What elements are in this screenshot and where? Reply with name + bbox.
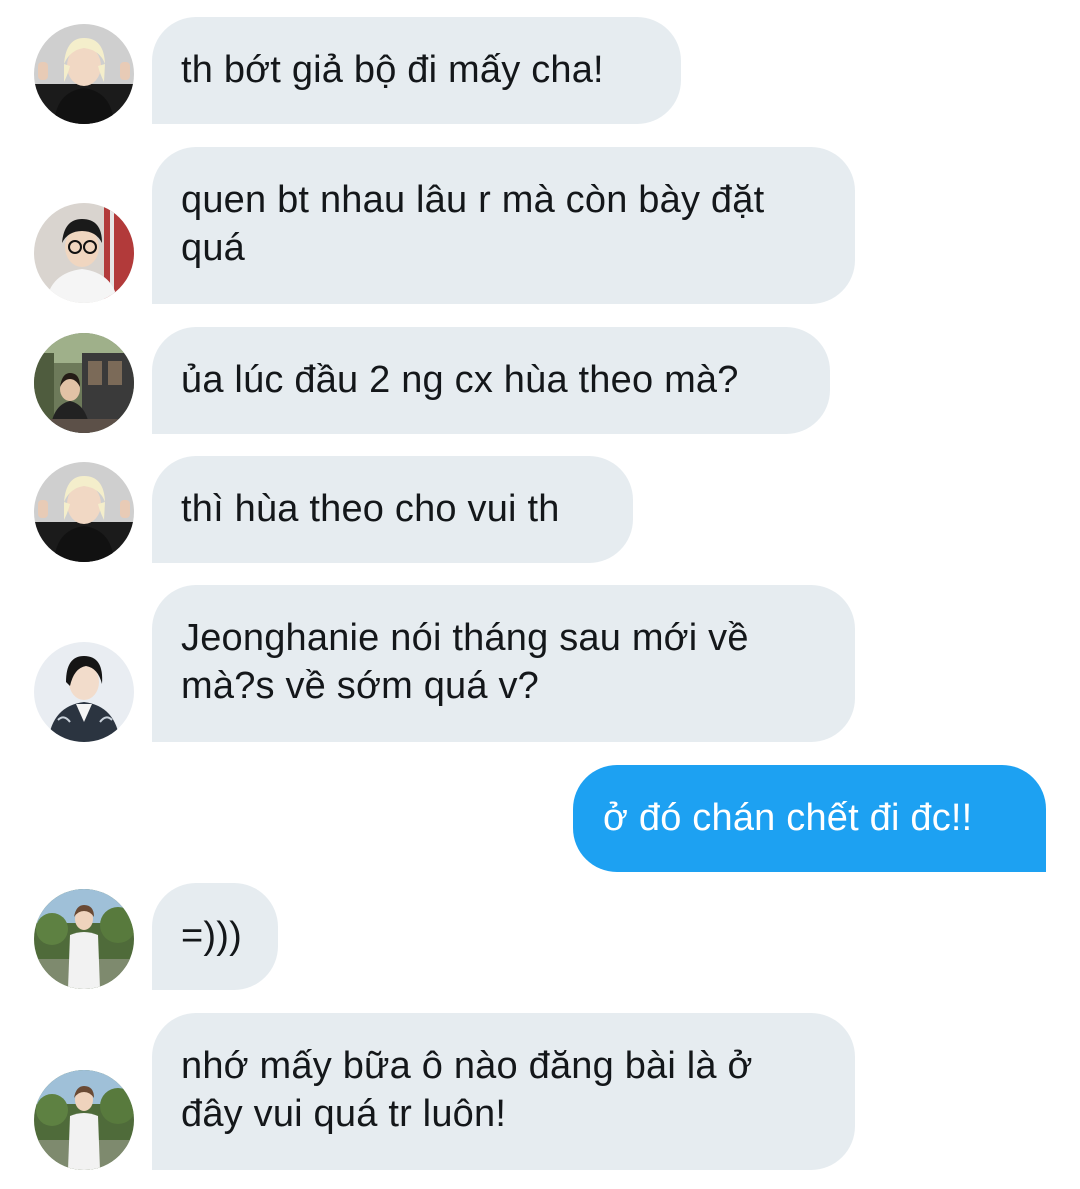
incoming-message-bubble[interactable]: Jeonghanie nói tháng sau mới về mà?s về …	[152, 585, 855, 742]
avatar-jacket[interactable]	[34, 642, 134, 742]
incoming-message-bubble[interactable]: quen bt nhau lâu r mà còn bày đặt quá	[152, 147, 855, 304]
avatar-outdoor[interactable]	[34, 889, 134, 989]
message-text: nhớ mấy bữa ô nào đăng bài là ở đây vui …	[181, 1045, 753, 1135]
incoming-message-bubble[interactable]: th bớt giả bộ đi mấy cha!	[152, 17, 681, 124]
message-text: ủa lúc đầu 2 ng cx hùa theo mà?	[181, 359, 739, 401]
avatar-outdoor[interactable]	[34, 1070, 134, 1170]
incoming-message-bubble[interactable]: ủa lúc đầu 2 ng cx hùa theo mà?	[152, 327, 830, 434]
message-text: quen bt nhau lâu r mà còn bày đặt quá	[181, 179, 765, 269]
message-text: ở đó chán chết đi đc!!	[603, 797, 973, 839]
avatar-street[interactable]	[34, 333, 134, 433]
message-text: th bớt giả bộ đi mấy cha!	[181, 49, 604, 91]
incoming-message-bubble[interactable]: nhớ mấy bữa ô nào đăng bài là ở đây vui …	[152, 1013, 855, 1170]
message-text: =)))	[181, 915, 242, 957]
avatar-blonde[interactable]	[34, 24, 134, 124]
message-thread: th bớt giả bộ đi mấy cha! quen bt nhau l…	[0, 0, 1080, 1189]
incoming-message-bubble[interactable]: thì hùa theo cho vui th	[152, 456, 633, 563]
avatar-blonde[interactable]	[34, 462, 134, 562]
outgoing-message-bubble[interactable]: ở đó chán chết đi đc!!	[573, 765, 1046, 872]
message-text: Jeonghanie nói tháng sau mới về mà?s về …	[181, 617, 749, 707]
message-text: thì hùa theo cho vui th	[181, 488, 560, 530]
incoming-message-bubble[interactable]: =)))	[152, 883, 278, 990]
avatar-glasses[interactable]	[34, 203, 134, 303]
